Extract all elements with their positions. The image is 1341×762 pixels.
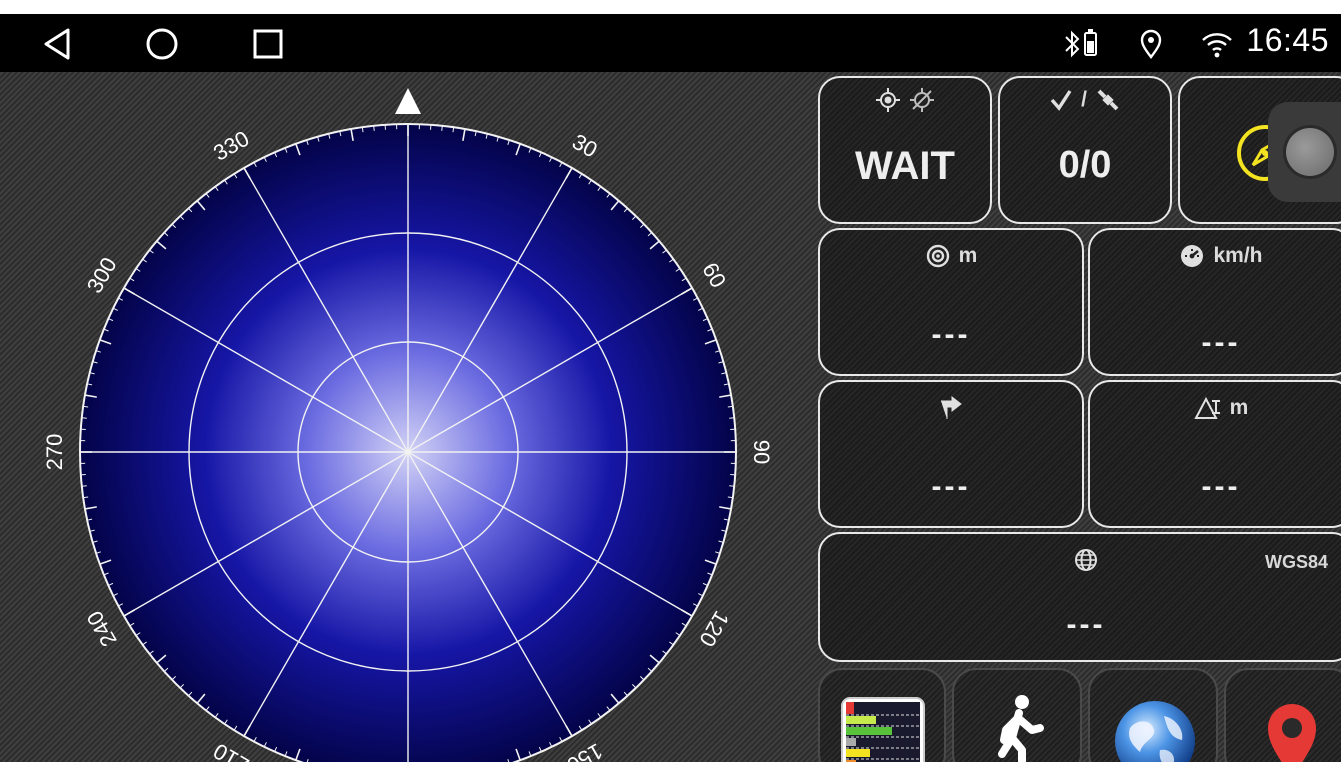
satellites-header-separator: / <box>1081 88 1087 111</box>
altitude-value: --- <box>1201 470 1241 503</box>
gps-fix-icon <box>876 88 900 112</box>
walking-mode-button[interactable] <box>952 668 1082 762</box>
azimuth-label: 300 <box>82 253 122 297</box>
map-pin-icon <box>1268 704 1316 762</box>
speed-tile[interactable]: km/h --- <box>1088 228 1341 376</box>
signal-bars-button[interactable] <box>818 668 946 762</box>
world-view-button[interactable] <box>1088 668 1218 762</box>
azimuth-label: 60 <box>697 258 731 292</box>
compass-toggle-tile[interactable] <box>1178 76 1341 224</box>
signal-bars-icon <box>841 697 925 762</box>
speed-unit: km/h <box>1213 244 1263 267</box>
bearing-icon <box>941 395 962 419</box>
clock: 16:45 <box>1246 22 1329 58</box>
fix-status-value: WAIT <box>855 144 955 188</box>
altitude-unit: m <box>1229 396 1249 419</box>
coordinates-tile[interactable]: WGS84 --- <box>818 532 1341 662</box>
azimuth-label: 330 <box>209 126 253 166</box>
fix-status-tile[interactable]: WAIT <box>818 76 992 224</box>
azimuth-label: 210 <box>209 738 253 762</box>
triangle-up-icon <box>395 88 421 114</box>
walking-person-icon <box>998 695 1044 762</box>
bearing-tile[interactable]: --- <box>818 380 1084 528</box>
azimuth-label: 240 <box>82 607 122 651</box>
bearing-value: --- <box>931 470 971 503</box>
status-bar: 16:45 <box>0 14 1341 72</box>
datum-label: WGS84 <box>1264 552 1328 572</box>
sky-radar-view: 30 60 90 120 150 210 240 270 300 330 <box>42 88 774 762</box>
azimuth-label: 30 <box>568 129 602 163</box>
altitude-tile[interactable]: m --- <box>1088 380 1341 528</box>
accuracy-tile[interactable]: m --- <box>818 228 1084 376</box>
back-icon[interactable] <box>38 24 78 64</box>
accuracy-value: --- <box>931 318 971 351</box>
toggle-icon[interactable] <box>1268 102 1341 202</box>
altitude-icon <box>1193 396 1220 419</box>
satellites-value: 0/0 <box>1058 144 1112 186</box>
gps-app-screen: 16:45 30 60 90 120 150 210 240 270 300 330 <box>0 14 1341 762</box>
satellite-icon <box>1097 89 1119 111</box>
speedometer-icon <box>1181 245 1204 267</box>
coordinates-value: --- <box>1066 608 1106 641</box>
azimuth-label: 90 <box>749 440 774 464</box>
azimuth-label: 270 <box>42 434 67 471</box>
location-icon <box>1136 24 1166 64</box>
accuracy-unit: m <box>958 244 978 267</box>
globe-icon <box>1075 549 1097 571</box>
wifi-icon <box>1200 24 1234 64</box>
azimuth-label: 120 <box>694 607 734 651</box>
bluetooth-icon <box>1060 24 1112 64</box>
check-icon <box>1050 90 1072 111</box>
home-icon[interactable] <box>142 24 182 64</box>
speed-value: --- <box>1201 326 1241 359</box>
accuracy-icon <box>926 244 949 268</box>
recents-icon[interactable] <box>248 24 288 64</box>
satellites-tile[interactable]: / 0/0 <box>998 76 1172 224</box>
earth-icon <box>1115 701 1195 762</box>
map-pin-button[interactable] <box>1224 668 1341 762</box>
azimuth-label: 150 <box>563 738 607 762</box>
gps-off-icon <box>910 88 934 112</box>
